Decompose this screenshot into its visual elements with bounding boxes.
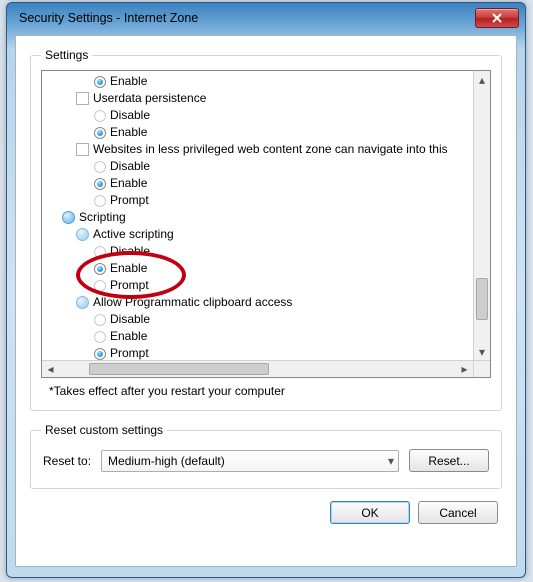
option-label: Disable bbox=[110, 107, 150, 124]
radio-option[interactable]: Prompt bbox=[44, 345, 471, 360]
reset-legend: Reset custom settings bbox=[41, 423, 167, 437]
option-label: Disable bbox=[110, 158, 150, 175]
scroll-track[interactable] bbox=[474, 88, 490, 343]
scroll-corner bbox=[473, 360, 490, 377]
settings-tree: Enable Userdata persistence Disable Enab… bbox=[41, 70, 491, 378]
option-label: Enable bbox=[110, 124, 147, 141]
page-icon bbox=[76, 143, 89, 156]
option-label: Enable bbox=[110, 175, 147, 192]
radio-icon bbox=[94, 331, 106, 343]
tree-branch[interactable]: Allow Programmatic clipboard access bbox=[44, 294, 471, 311]
dialog-window: Security Settings - Internet Zone Settin… bbox=[6, 2, 526, 578]
radio-icon bbox=[94, 110, 106, 122]
radio-icon bbox=[94, 348, 106, 360]
radio-icon bbox=[94, 246, 106, 258]
category-icon bbox=[76, 228, 89, 241]
option-label: Prompt bbox=[110, 345, 149, 360]
scroll-thumb[interactable] bbox=[89, 363, 269, 375]
branch-label: Active scripting bbox=[93, 226, 174, 243]
radio-icon bbox=[94, 280, 106, 292]
settings-group: Settings Enable Userdata persistence Dis… bbox=[30, 48, 502, 411]
option-label: Enable bbox=[110, 73, 147, 90]
scroll-right-icon[interactable]: ▸ bbox=[456, 361, 473, 377]
tree-branch[interactable]: Websites in less privileged web content … bbox=[44, 141, 471, 158]
page-icon bbox=[76, 92, 89, 105]
option-label: Enable bbox=[110, 260, 147, 277]
vertical-scrollbar[interactable]: ▴ ▾ bbox=[473, 71, 490, 360]
close-icon bbox=[491, 13, 503, 23]
horizontal-scrollbar[interactable]: ◂ ▸ bbox=[42, 360, 473, 377]
reset-level-combo[interactable]: Medium-high (default) ▾ bbox=[101, 450, 399, 472]
ok-button[interactable]: OK bbox=[330, 501, 410, 524]
titlebar[interactable]: Security Settings - Internet Zone bbox=[7, 3, 525, 33]
tree-content[interactable]: Enable Userdata persistence Disable Enab… bbox=[42, 71, 473, 360]
radio-option[interactable]: Disable bbox=[44, 158, 471, 175]
radio-option[interactable]: Disable bbox=[44, 311, 471, 328]
radio-icon bbox=[94, 161, 106, 173]
window-title: Security Settings - Internet Zone bbox=[13, 11, 475, 25]
scroll-up-icon[interactable]: ▴ bbox=[474, 71, 490, 88]
radio-icon bbox=[94, 76, 106, 88]
option-label: Prompt bbox=[110, 192, 149, 209]
scroll-left-icon[interactable]: ◂ bbox=[42, 361, 59, 377]
scroll-thumb[interactable] bbox=[476, 278, 488, 320]
tree-category[interactable]: Scripting bbox=[44, 209, 471, 226]
radio-icon bbox=[94, 195, 106, 207]
option-label: Prompt bbox=[110, 277, 149, 294]
tree-branch[interactable]: Active scripting bbox=[44, 226, 471, 243]
close-button[interactable] bbox=[475, 8, 519, 28]
category-label: Scripting bbox=[79, 209, 126, 226]
cancel-button[interactable]: Cancel bbox=[418, 501, 498, 524]
radio-icon bbox=[94, 127, 106, 139]
option-label: Disable bbox=[110, 243, 150, 260]
category-icon bbox=[76, 296, 89, 309]
branch-label: Websites in less privileged web content … bbox=[93, 141, 448, 158]
scroll-down-icon[interactable]: ▾ bbox=[474, 343, 490, 360]
button-label: Reset... bbox=[428, 454, 469, 468]
radio-option[interactable]: Disable bbox=[44, 107, 471, 124]
settings-legend: Settings bbox=[41, 48, 92, 62]
scroll-track[interactable] bbox=[59, 361, 456, 377]
radio-icon bbox=[94, 314, 106, 326]
radio-icon bbox=[94, 263, 106, 275]
reset-group: Reset custom settings Reset to: Medium-h… bbox=[30, 423, 502, 489]
button-label: Cancel bbox=[439, 506, 476, 520]
dialog-buttons: OK Cancel bbox=[30, 501, 502, 524]
button-label: OK bbox=[361, 506, 378, 520]
radio-option[interactable]: Disable bbox=[44, 243, 471, 260]
chevron-down-icon: ▾ bbox=[388, 454, 394, 468]
client-area: Settings Enable Userdata persistence Dis… bbox=[15, 35, 517, 567]
reset-to-label: Reset to: bbox=[43, 454, 91, 468]
radio-option[interactable]: Enable bbox=[44, 175, 471, 192]
reset-button[interactable]: Reset... bbox=[409, 449, 489, 472]
category-icon bbox=[62, 211, 75, 224]
option-label: Enable bbox=[110, 328, 147, 345]
branch-label: Userdata persistence bbox=[93, 90, 206, 107]
radio-option[interactable]: Prompt bbox=[44, 192, 471, 209]
radio-option[interactable]: Enable bbox=[44, 124, 471, 141]
radio-option-active-scripting-enable[interactable]: Enable bbox=[44, 260, 471, 277]
radio-option[interactable]: Prompt bbox=[44, 277, 471, 294]
radio-option[interactable]: Enable bbox=[44, 328, 471, 345]
restart-note: *Takes effect after you restart your com… bbox=[41, 384, 491, 398]
tree-branch[interactable]: Userdata persistence bbox=[44, 90, 471, 107]
radio-option[interactable]: Enable bbox=[44, 73, 471, 90]
radio-icon bbox=[94, 178, 106, 190]
combo-value: Medium-high (default) bbox=[108, 454, 225, 468]
branch-label: Allow Programmatic clipboard access bbox=[93, 294, 292, 311]
option-label: Disable bbox=[110, 311, 150, 328]
